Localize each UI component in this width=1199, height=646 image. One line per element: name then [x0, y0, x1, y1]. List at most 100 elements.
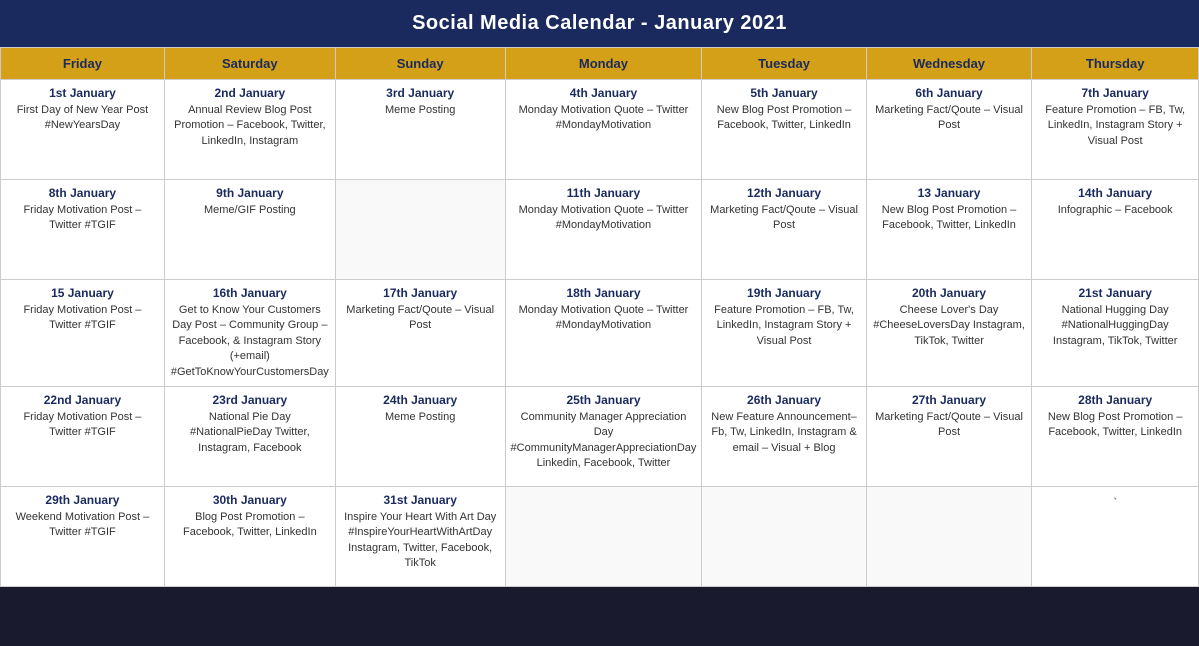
- calendar-cell: 30th JanuaryBlog Post Promotion – Facebo…: [164, 486, 335, 586]
- cell-date: 2nd January: [170, 86, 330, 100]
- cell-date: 13 January: [872, 186, 1027, 200]
- cell-date: 30th January: [170, 493, 330, 507]
- cell-content: New Blog Post Promotion – Facebook, Twit…: [1037, 410, 1193, 441]
- page-title: Social Media Calendar - January 2021: [0, 0, 1199, 47]
- cell-date: 22nd January: [6, 393, 159, 407]
- calendar-cell: 26th JanuaryNew Feature Announcement– Fb…: [702, 386, 866, 486]
- cell-date: 16th January: [170, 286, 330, 300]
- cell-content: Feature Promotion – FB, Tw, LinkedIn, In…: [1037, 103, 1193, 149]
- cell-content: Marketing Fact/Qoute – Visual Post: [872, 103, 1027, 134]
- column-header-wednesday: Wednesday: [866, 48, 1032, 80]
- cell-date: 23rd January: [170, 393, 330, 407]
- cell-content: National Pie Day #NationalPieDay Twitter…: [170, 410, 330, 456]
- calendar-row-4: 22nd January Friday Motivation Post – Twi…: [1, 386, 1199, 486]
- cell-content: Annual Review Blog Post Promotion – Face…: [170, 103, 330, 149]
- calendar-cell: 12th January Marketing Fact/Qoute – Visua…: [702, 180, 866, 280]
- column-header-sunday: Sunday: [335, 48, 505, 80]
- calendar-cell: 18th January Monday Motivation Quote – Tw…: [505, 280, 702, 387]
- calendar-cell: 15 JanuaryFriday Motivation Post – Twitt…: [1, 280, 165, 387]
- cell-content: Marketing Fact/Qoute – Visual Post: [707, 203, 860, 234]
- calendar-cell: 31st January Inspire Your Heart With Art …: [335, 486, 505, 586]
- cell-date: 25th January: [511, 393, 697, 407]
- cell-content: Weekend Motivation Post – Twitter #TGIF: [6, 510, 159, 541]
- calendar-cell: 4th January Monday Motivation Quote – Twi…: [505, 80, 702, 180]
- calendar-cell: 16th January Get to Know Your Customers D…: [164, 280, 335, 387]
- calendar-cell: 24th January Meme Posting: [335, 386, 505, 486]
- calendar-cell: 6th January Marketing Fact/Qoute – Visual…: [866, 80, 1032, 180]
- calendar-row-5: 29th January Weekend Motivation Post – Tw…: [1, 486, 1199, 586]
- cell-content: First Day of New Year Post #NewYearsDay: [6, 103, 159, 134]
- column-header-tuesday: Tuesday: [702, 48, 866, 80]
- calendar-cell: 27th JanuaryMarketing Fact/Qoute – Visua…: [866, 386, 1032, 486]
- cell-date: 18th January: [511, 286, 697, 300]
- column-header-friday: Friday: [1, 48, 165, 80]
- cell-date: 21st January: [1037, 286, 1193, 300]
- calendar-cell: [505, 486, 702, 586]
- cell-content: Friday Motivation Post – Twitter #TGIF: [6, 303, 159, 334]
- cell-date: 8th January: [6, 186, 159, 200]
- cell-content: National Hugging Day #NationalHuggingDay…: [1037, 303, 1193, 349]
- cell-content: Feature Promotion – FB, Tw, LinkedIn, In…: [707, 303, 860, 349]
- calendar-cell: 22nd January Friday Motivation Post – Twi…: [1, 386, 165, 486]
- cell-date: 26th January: [707, 393, 860, 407]
- cell-content: Infographic – Facebook: [1037, 203, 1193, 218]
- calendar-cell: 9th January Meme/GIF Posting: [164, 180, 335, 280]
- cell-date: 12th January: [707, 186, 860, 200]
- cell-content: Community Manager Appreciation Day #Comm…: [511, 410, 697, 472]
- calendar-cell: 17th January Marketing Fact/Qoute – Visua…: [335, 280, 505, 387]
- calendar-cell: 19th January Feature Promotion – FB, Tw, …: [702, 280, 866, 387]
- cell-content: Monday Motivation Quote – Twitter #Monda…: [511, 203, 697, 234]
- cell-content: New Blog Post Promotion – Facebook, Twit…: [872, 203, 1027, 234]
- cell-content: Monday Motivation Quote – Twitter #Monda…: [511, 103, 697, 134]
- calendar-cell: 8th JanuaryFriday Motivation Post – Twit…: [1, 180, 165, 280]
- cell-content: Meme/GIF Posting: [170, 203, 330, 218]
- calendar-cell: 20th January Cheese Lover's Day #CheeseLo…: [866, 280, 1032, 387]
- calendar-cell: [866, 486, 1032, 586]
- cell-date: 17th January: [341, 286, 500, 300]
- cell-date: 29th January: [6, 493, 159, 507]
- cell-content: Friday Motivation Post – Twitter #TGIF: [6, 410, 159, 441]
- cell-content: Marketing Fact/Qoute – Visual Post: [341, 303, 500, 334]
- calendar-row-1: 1st January First Day of New Year Post #N…: [1, 80, 1199, 180]
- calendar-cell: 21st January National Hugging Day #Nation…: [1032, 280, 1199, 387]
- calendar-cell: [335, 180, 505, 280]
- cell-date: 28th January: [1037, 393, 1193, 407]
- cell-date: 11th January: [511, 186, 697, 200]
- cell-content: `: [1037, 496, 1193, 511]
- calendar-cell: 2nd January Annual Review Blog Post Promo…: [164, 80, 335, 180]
- calendar-cell: 13 January New Blog Post Promotion – Face…: [866, 180, 1032, 280]
- calendar-cell: 14th January Infographic – Facebook: [1032, 180, 1199, 280]
- cell-date: 4th January: [511, 86, 697, 100]
- cell-date: 3rd January: [341, 86, 500, 100]
- cell-date: 19th January: [707, 286, 860, 300]
- column-header-monday: Monday: [505, 48, 702, 80]
- calendar-cell: 3rd JanuaryMeme Posting: [335, 80, 505, 180]
- cell-content: Inspire Your Heart With Art Day #Inspire…: [341, 510, 500, 572]
- cell-date: 31st January: [341, 493, 500, 507]
- cell-date: 9th January: [170, 186, 330, 200]
- cell-content: Monday Motivation Quote – Twitter #Monda…: [511, 303, 697, 334]
- cell-content: New Blog Post Promotion – Facebook, Twit…: [707, 103, 860, 134]
- calendar-cell: 1st January First Day of New Year Post #N…: [1, 80, 165, 180]
- column-header-thursday: Thursday: [1032, 48, 1199, 80]
- cell-date: 7th January: [1037, 86, 1193, 100]
- cell-content: Cheese Lover's Day #CheeseLoversDay Inst…: [872, 303, 1027, 349]
- cell-date: 1st January: [6, 86, 159, 100]
- cell-date: 14th January: [1037, 186, 1193, 200]
- cell-date: 6th January: [872, 86, 1027, 100]
- calendar-table: FridaySaturdaySundayMondayTuesdayWednesd…: [0, 47, 1199, 587]
- calendar-cell: 5th January New Blog Post Promotion – Fac…: [702, 80, 866, 180]
- calendar-cell: 28th January New Blog Post Promotion – Fa…: [1032, 386, 1199, 486]
- calendar-cell: 25th January Community Manager Appreciati…: [505, 386, 702, 486]
- cell-content: Meme Posting: [341, 410, 500, 425]
- cell-content: Marketing Fact/Qoute – Visual Post: [872, 410, 1027, 441]
- calendar-cell: [702, 486, 866, 586]
- cell-date: 20th January: [872, 286, 1027, 300]
- calendar-cell: 23rd January National Pie Day #NationalPi…: [164, 386, 335, 486]
- column-header-saturday: Saturday: [164, 48, 335, 80]
- calendar-cell: 11th January Monday Motivation Quote – Tw…: [505, 180, 702, 280]
- cell-content: Get to Know Your Customers Day Post – Co…: [170, 303, 330, 380]
- cell-date: 5th January: [707, 86, 860, 100]
- calendar-cell: 29th January Weekend Motivation Post – Tw…: [1, 486, 165, 586]
- cell-date: 24th January: [341, 393, 500, 407]
